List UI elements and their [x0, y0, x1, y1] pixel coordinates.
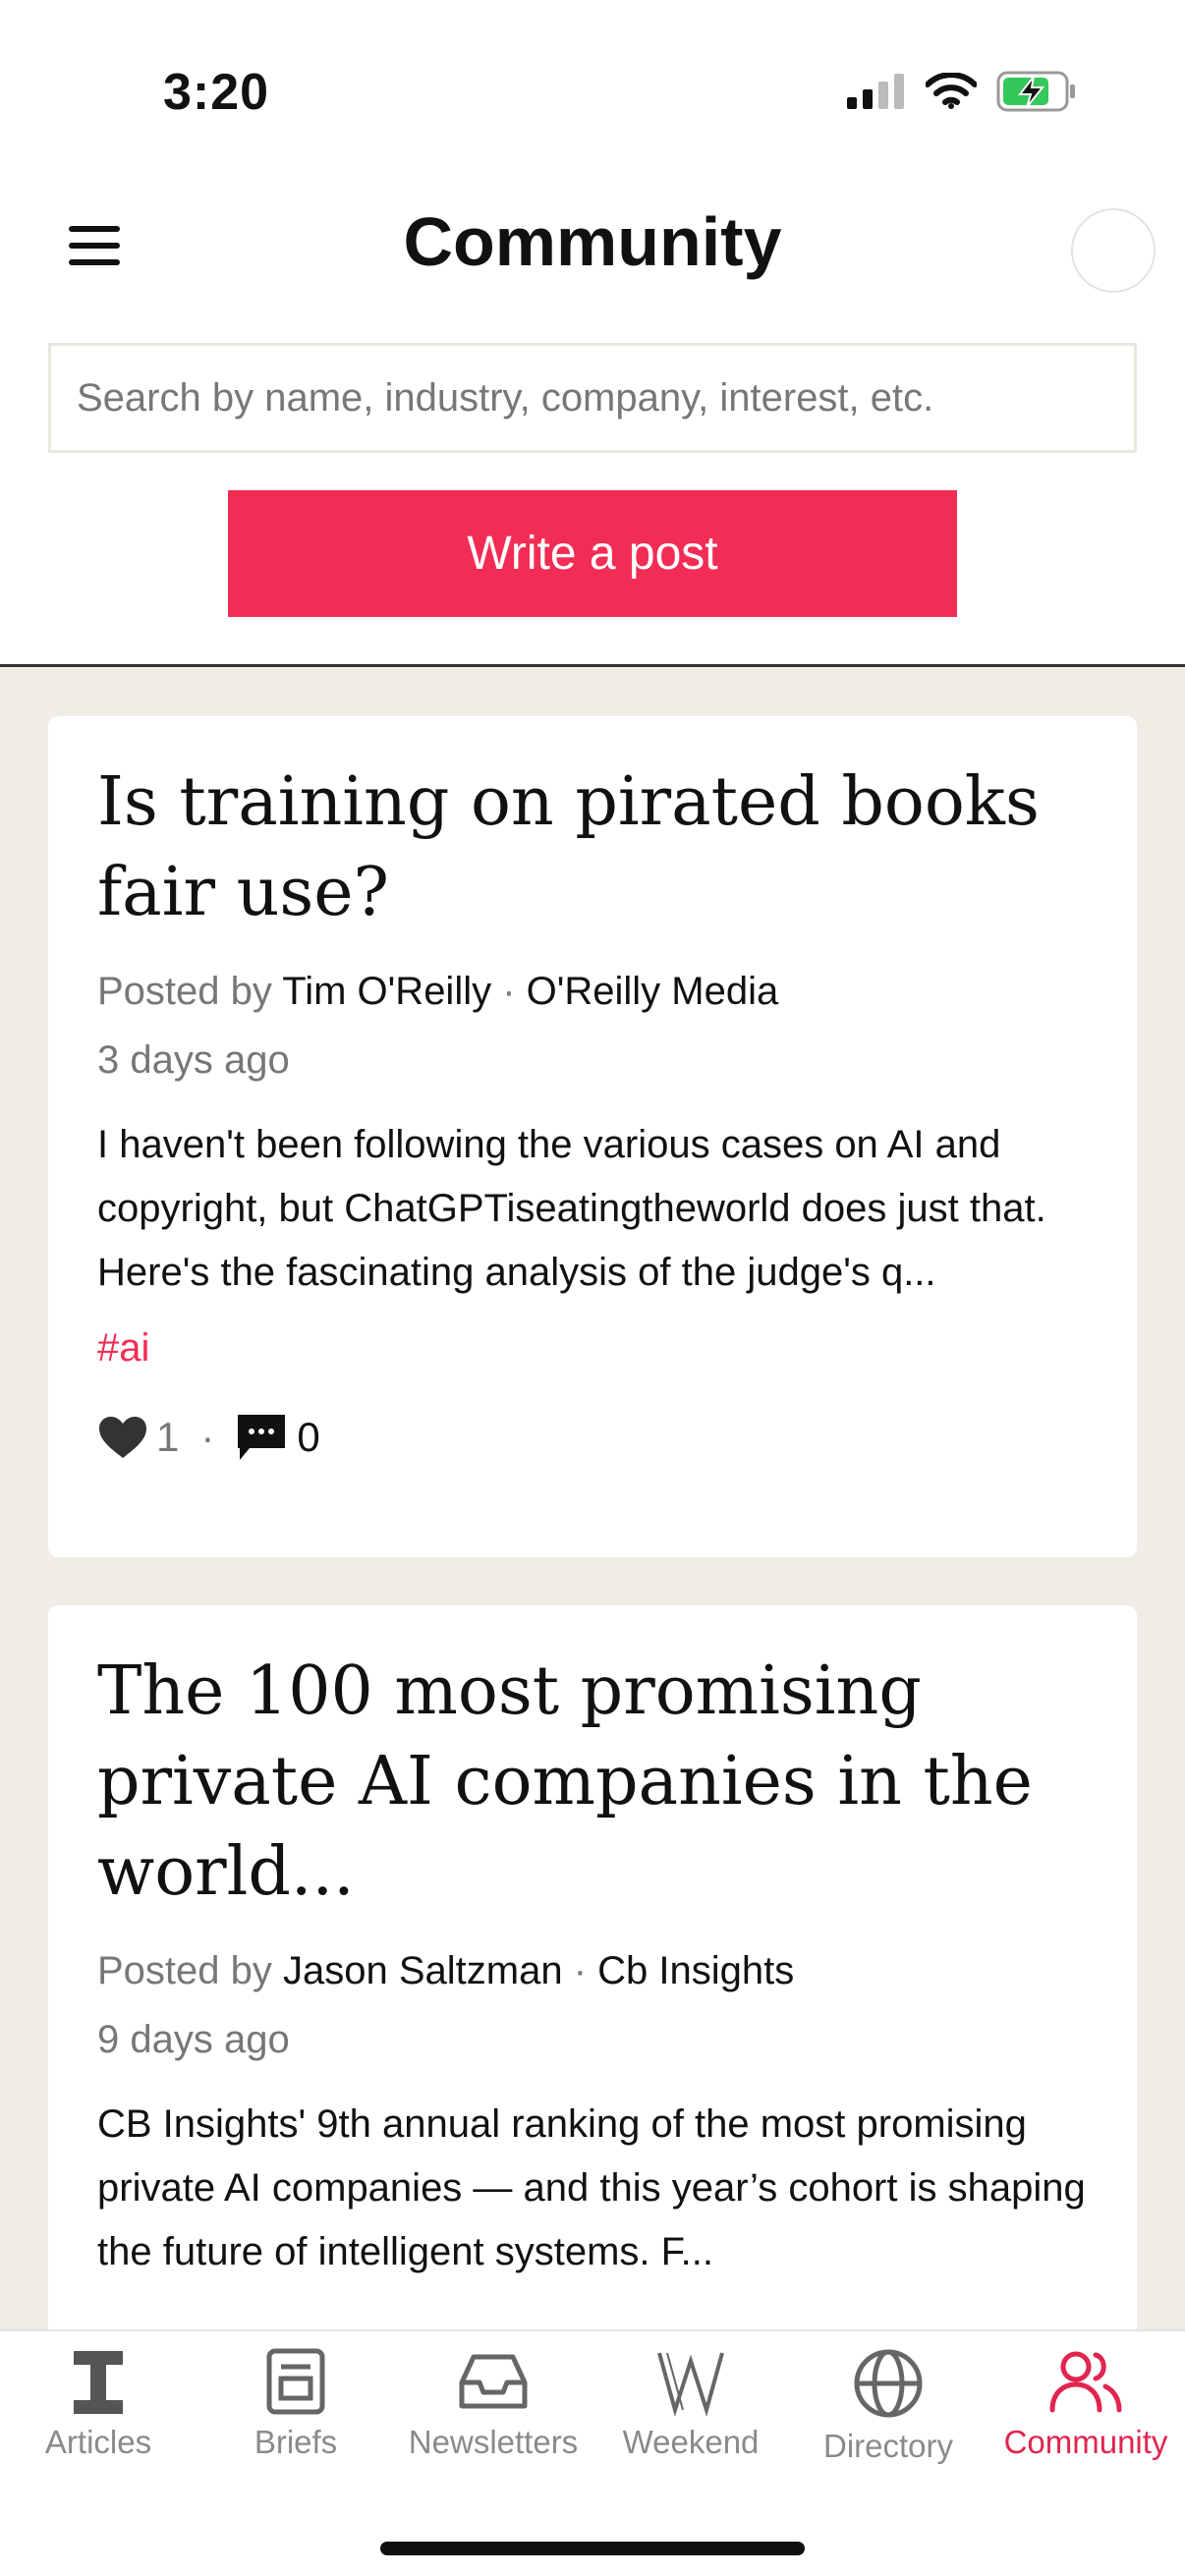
tab-newsletters[interactable]: Newsletters — [395, 2331, 592, 2498]
post-age: 9 days ago — [97, 2018, 290, 2061]
like-count: 1 — [156, 1414, 180, 1460]
post-title[interactable]: Is training on pirated books fair use? — [97, 757, 1088, 938]
cellular-signal-icon — [847, 74, 904, 109]
status-bar: 3:20 — [0, 0, 1185, 177]
post-company[interactable]: Cb Insights — [597, 1949, 794, 1992]
post-stats: 1 · 0 — [97, 1413, 1088, 1462]
post-excerpt[interactable]: I haven't been following the various cas… — [97, 1113, 1088, 1305]
tab-community[interactable]: Community — [988, 2331, 1184, 2498]
comment-count: 0 — [297, 1414, 320, 1460]
post-meta: Posted by Tim O'Reilly · O'Reilly Media — [97, 966, 1088, 1017]
write-post-button[interactable]: Write a post — [228, 490, 957, 617]
tab-label: Community — [1003, 2424, 1168, 2460]
meta-separator: · — [562, 1949, 598, 1992]
people-icon — [1049, 2351, 1122, 2413]
posted-by-label: Posted by — [97, 970, 272, 1013]
comment-icon[interactable] — [236, 1413, 287, 1462]
search-input[interactable] — [48, 343, 1137, 453]
tab-articles[interactable]: Articles — [0, 2331, 197, 2498]
home-indicator[interactable] — [380, 2542, 805, 2555]
post-title[interactable]: The 100 most promising private AI compan… — [97, 1647, 1088, 1918]
tab-label: Directory — [822, 2428, 954, 2464]
tab-weekend[interactable]: Weekend — [592, 2331, 789, 2498]
post-tag[interactable]: #ai — [97, 1322, 1088, 1373]
post-author[interactable]: Tim O'Reilly — [282, 970, 491, 1013]
tab-label: Weekend — [622, 2424, 760, 2460]
post-author[interactable]: Jason Saltzman — [283, 1949, 563, 1992]
post-card[interactable]: Is training on pirated books fair use? P… — [48, 716, 1137, 1557]
heart-icon[interactable] — [97, 1415, 148, 1460]
tab-label: Articles — [44, 2424, 152, 2460]
stats-separator: · — [200, 1414, 215, 1460]
briefs-icon — [266, 2348, 325, 2415]
tab-label: Briefs — [254, 2424, 338, 2460]
meta-separator: · — [491, 970, 527, 1013]
articles-icon — [74, 2351, 123, 2414]
post-excerpt[interactable]: CB Insights' 9th annual ranking of the m… — [97, 2093, 1088, 2284]
tab-label: Newsletters — [408, 2424, 579, 2460]
wifi-icon — [926, 73, 977, 109]
posted-by-label: Posted by — [97, 1949, 272, 1992]
battery-charging-icon — [996, 71, 1075, 112]
tab-briefs[interactable]: Briefs — [198, 2331, 394, 2498]
page-title: Community — [403, 203, 782, 280]
weekend-icon — [657, 2352, 724, 2416]
app-header: Community — [0, 177, 1185, 324]
post-age: 3 days ago — [97, 1038, 290, 1082]
bottom-tab-bar: Articles Briefs Newsletters Weekend Dire… — [0, 2329, 1185, 2576]
post-feed[interactable]: Is training on pirated books fair use? P… — [0, 667, 1185, 2329]
inbox-icon — [459, 2354, 528, 2409]
globe-icon — [854, 2349, 923, 2418]
post-card[interactable]: The 100 most promising private AI compan… — [48, 1605, 1137, 2329]
post-meta: Posted by Jason Saltzman · Cb Insights — [97, 1945, 1088, 1996]
tab-directory[interactable]: Directory — [790, 2331, 987, 2498]
avatar[interactable] — [1071, 208, 1156, 293]
post-company[interactable]: O'Reilly Media — [527, 970, 779, 1013]
status-time: 3:20 — [163, 64, 270, 121]
status-icons — [847, 71, 1077, 112]
